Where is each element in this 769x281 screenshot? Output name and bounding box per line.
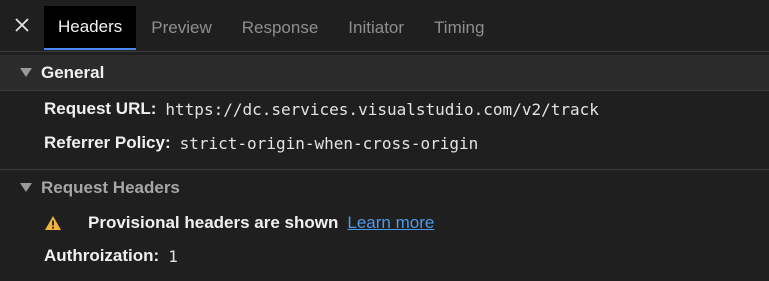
tab-initiator[interactable]: Initiator: [333, 6, 419, 50]
general-section-title: General: [41, 62, 105, 82]
referrer-policy-label: Referrer Policy:: [44, 133, 171, 152]
tab-timing[interactable]: Timing: [419, 6, 499, 50]
request-url-label: Request URL:: [44, 99, 157, 118]
warning-text: Provisional headers are shown: [88, 213, 339, 232]
warning-icon: [45, 216, 61, 230]
tab-response[interactable]: Response: [227, 6, 334, 50]
referrer-policy-row: Referrer Policy: strict-origin-when-cros…: [44, 129, 478, 157]
tab-bar: Headers Preview Response Initiator Timin…: [0, 0, 769, 52]
triangle-down-icon: [20, 183, 32, 192]
authroization-label: Authroization:: [44, 246, 160, 265]
request-headers-section-title: Request Headers: [41, 177, 180, 197]
devtools-network-details-panel: Headers Preview Response Initiator Timin…: [0, 0, 769, 281]
close-button[interactable]: [0, 0, 44, 50]
provisional-headers-warning: Provisional headers are shown Learn more: [44, 208, 434, 238]
tab-headers[interactable]: Headers: [44, 6, 137, 50]
request-url-value: https://dc.services.visualstudio.com/v2/…: [165, 99, 599, 119]
authroization-value: 1: [168, 246, 178, 266]
request-url-row: Request URL: https://dc.services.visuals…: [44, 95, 599, 123]
close-icon: [15, 18, 29, 32]
authroization-row: Authroization: 1: [44, 242, 178, 270]
general-section-header[interactable]: General: [0, 55, 769, 91]
request-headers-section-header[interactable]: Request Headers: [0, 169, 769, 205]
learn-more-link[interactable]: Learn more: [347, 213, 434, 233]
tab-preview[interactable]: Preview: [136, 6, 226, 50]
triangle-down-icon: [20, 68, 32, 77]
referrer-policy-value: strict-origin-when-cross-origin: [179, 133, 479, 153]
